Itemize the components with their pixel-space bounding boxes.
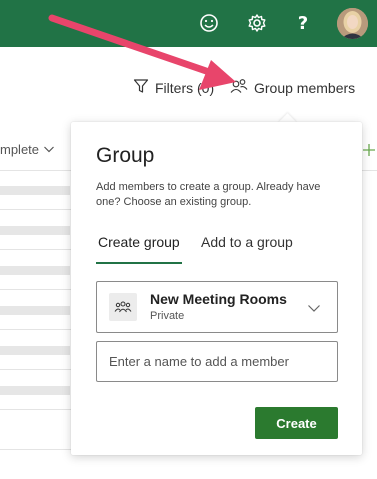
popover-title: Group bbox=[96, 144, 155, 167]
group-icon bbox=[109, 293, 137, 321]
tab-add-to-group[interactable]: Add to a group bbox=[201, 234, 293, 260]
tab-create-group[interactable]: Create group bbox=[98, 234, 180, 260]
group-members-button[interactable]: Group members bbox=[230, 78, 355, 97]
list-item-placeholder bbox=[0, 226, 70, 235]
filters-label: Filters (0) bbox=[155, 79, 215, 96]
popover-tabs: Create group Add to a group bbox=[96, 234, 336, 266]
group-privacy: Private bbox=[150, 310, 185, 322]
group-popover: Group Add members to create a group. Alr… bbox=[71, 122, 362, 455]
group-name: New Meeting Rooms bbox=[150, 291, 287, 307]
column-header-label: mplete bbox=[0, 142, 40, 157]
group-members-label: Group members bbox=[254, 79, 356, 96]
add-column-icon[interactable] bbox=[362, 141, 376, 162]
command-bar: Filters (0) Group members bbox=[0, 70, 377, 110]
column-header-complete[interactable]: mplete bbox=[0, 142, 55, 157]
screen: ? Filters (0) Group members mplete Group… bbox=[0, 0, 377, 479]
add-member-input[interactable] bbox=[96, 341, 338, 382]
list-item-placeholder bbox=[0, 266, 70, 275]
create-button[interactable]: Create bbox=[255, 407, 338, 439]
row-divider bbox=[0, 409, 71, 410]
help-icon[interactable]: ? bbox=[290, 10, 316, 36]
row-divider bbox=[0, 369, 71, 370]
row-divider bbox=[0, 289, 71, 290]
row-divider bbox=[0, 329, 71, 330]
row-divider bbox=[0, 449, 71, 450]
avatar[interactable] bbox=[337, 8, 368, 39]
list-item-placeholder bbox=[0, 306, 70, 315]
chevron-down-icon bbox=[43, 142, 55, 157]
suite-bar: ? bbox=[0, 0, 377, 47]
active-tab-indicator bbox=[96, 262, 182, 264]
row-divider bbox=[0, 249, 71, 250]
row-divider bbox=[0, 170, 71, 171]
list-item-placeholder bbox=[0, 386, 70, 395]
filters-button[interactable]: Filters (0) bbox=[133, 78, 214, 97]
group-dropdown[interactable]: New Meeting Rooms Private bbox=[96, 281, 338, 333]
popover-description: Add members to create a group. Already h… bbox=[96, 181, 321, 208]
people-icon bbox=[230, 78, 248, 97]
smile-icon[interactable] bbox=[196, 10, 222, 36]
gear-icon[interactable] bbox=[244, 10, 270, 36]
row-divider bbox=[0, 209, 71, 210]
filter-icon bbox=[133, 78, 149, 97]
chevron-down-icon bbox=[307, 300, 321, 318]
list-item-placeholder bbox=[0, 346, 70, 355]
list-item-placeholder bbox=[0, 186, 70, 195]
